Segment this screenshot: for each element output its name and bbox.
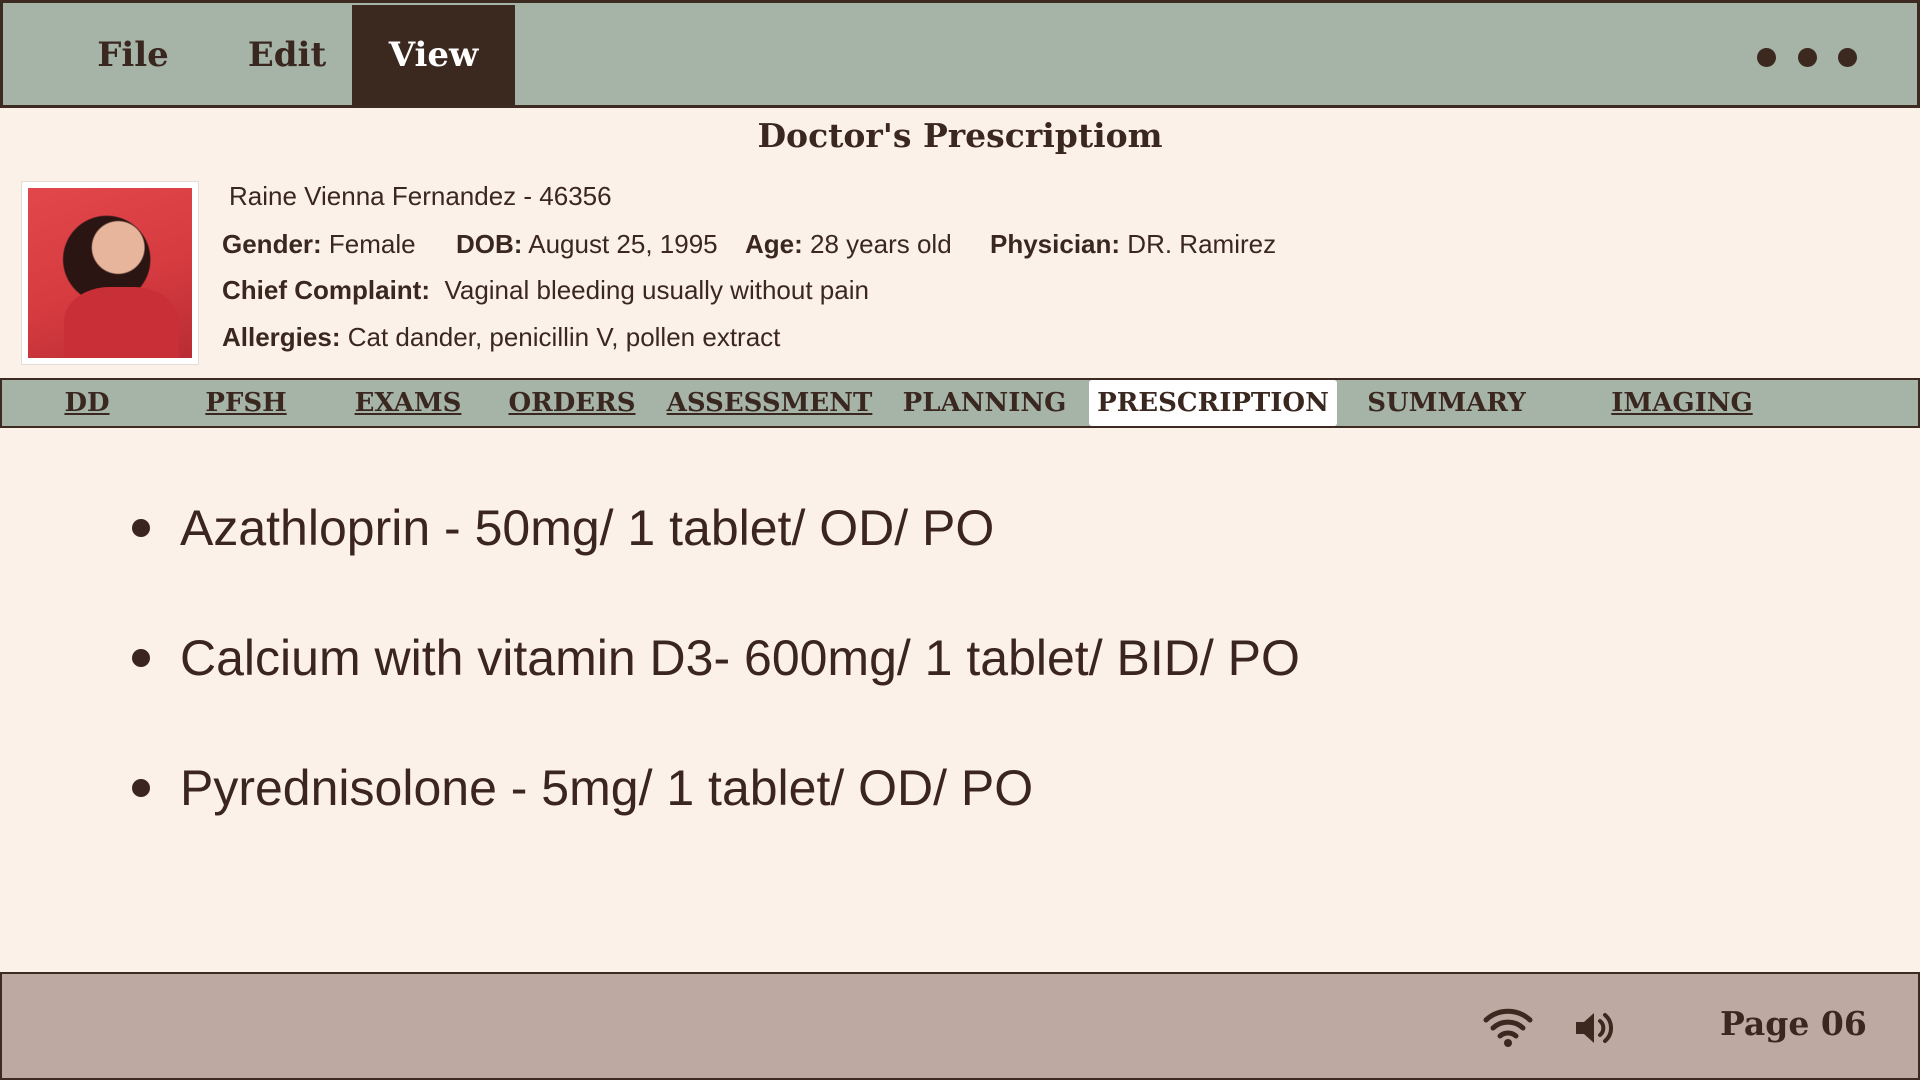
allergies-value: Cat dander, penicillin V, pollen extract [347,322,781,352]
menu-bar: File Edit View [0,0,1920,108]
menu-edit[interactable]: Edit [228,5,346,105]
patient-name-id: Raine Vienna Fernandez - 46356 [229,181,612,211]
menu-view[interactable]: View [352,5,515,105]
page-title: Doctor's Prescriptiom [757,116,1163,155]
bullet-icon [132,519,150,537]
gender-field: Gender: Female [222,229,416,260]
gender-label: Gender: [222,229,322,259]
age-value: 28 years old [810,229,952,259]
tab-summary[interactable]: SUMMARY [1364,380,1529,426]
gender-value: Female [328,229,416,259]
volume-icon[interactable] [1574,1008,1618,1048]
bullet-icon [132,649,150,667]
tab-planning[interactable]: PLANNING [897,380,1072,426]
physician-label: Physician: [990,229,1121,259]
dob-field: DOB: August 25, 1995 [456,229,718,260]
complaint-value: Vaginal bleeding usually without pain [444,275,869,305]
prescription-text: Calcium with vitamin D3- 600mg/ 1 tablet… [180,630,1300,686]
age-label: Age: [745,229,803,259]
dob-label: DOB: [456,229,523,259]
tab-pfsh[interactable]: PFSH [196,380,296,426]
patient-photo [28,188,192,358]
more-dot [1757,47,1776,67]
page-number: Page 06 [1720,1004,1867,1043]
tab-assessment[interactable]: ASSESSMENT [667,380,873,426]
tab-orders[interactable]: ORDERS [507,380,637,426]
prescription-item: Azathloprin - 50mg/ 1 tablet/ OD/ PO [130,488,1300,618]
prescription-list: Azathloprin - 50mg/ 1 tablet/ OD/ PO Cal… [130,488,1300,878]
prescription-text: Pyrednisolone - 5mg/ 1 tablet/ OD/ PO [180,760,1034,816]
wifi-icon[interactable] [1482,1006,1534,1048]
tab-prescription[interactable]: PRESCRIPTION [1089,380,1337,426]
tab-dd[interactable]: DD [52,380,122,426]
physician-field: Physician: DR. Ramirez [990,229,1276,260]
prescription-item: Pyrednisolone - 5mg/ 1 tablet/ OD/ PO [130,748,1300,878]
prescription-text: Azathloprin - 50mg/ 1 tablet/ OD/ PO [180,500,995,556]
status-bar: Page 06 [0,972,1920,1080]
prescription-item: Calcium with vitamin D3- 600mg/ 1 tablet… [130,618,1300,748]
chief-complaint-row: Chief Complaint: Vaginal bleeding usuall… [222,275,869,306]
more-horizontal-icon[interactable] [1757,45,1857,69]
physician-value: DR. Ramirez [1127,229,1277,259]
more-dot [1838,47,1857,67]
dob-value: August 25, 1995 [528,229,718,259]
allergies-label: Allergies: [222,322,341,352]
bullet-icon [132,779,150,797]
age-field: Age: 28 years old [745,229,952,260]
patient-photo-frame [21,181,199,365]
complaint-label: Chief Complaint: [222,275,430,305]
more-dot [1797,47,1817,67]
tab-imaging[interactable]: IMAGING [1607,380,1757,426]
tab-exams[interactable]: EXAMS [348,380,468,426]
section-tab-bar: DD PFSH EXAMS ORDERS ASSESSMENT PLANNING… [0,378,1920,428]
menu-file[interactable]: File [81,5,185,105]
allergies-row: Allergies: Cat dander, penicillin V, pol… [222,322,780,353]
